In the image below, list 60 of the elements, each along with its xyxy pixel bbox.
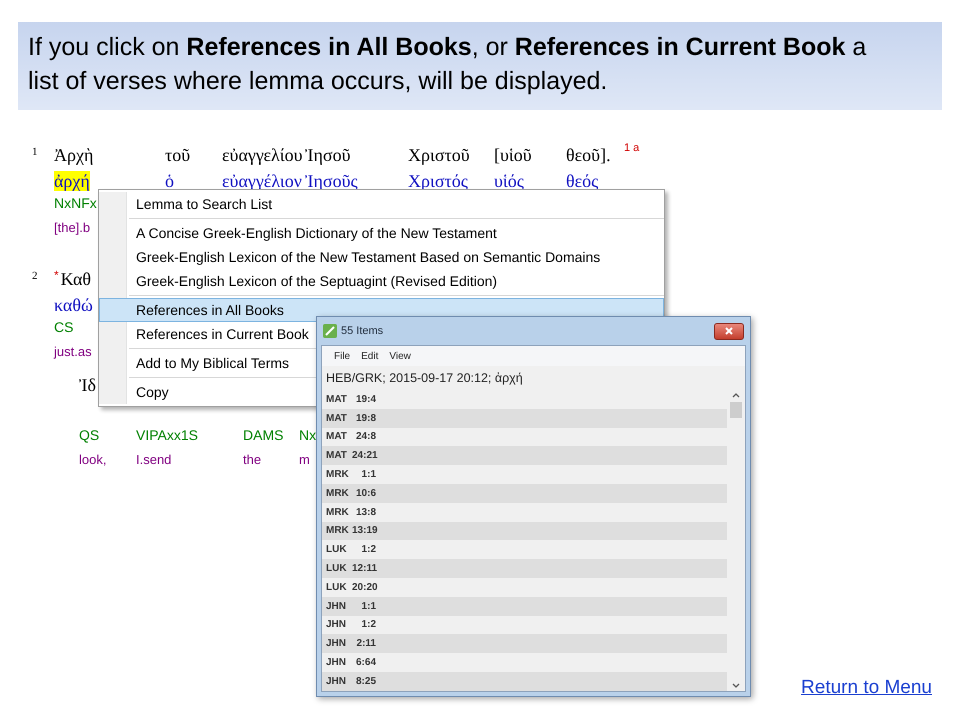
menu-bar-item[interactable]: View: [385, 348, 415, 364]
query-text: HEB/GRK; 2015-09-17 20:12; ἀρχή: [325, 370, 524, 387]
banner-text: If you click on References in All Books, or References in Current Book a list of verses where lemma occurs, will be displayed.: [18, 22, 942, 110]
menu-item[interactable]: Lemma to Search List: [99, 192, 664, 216]
morph-code: VIPAxx1S: [136, 427, 198, 443]
close-button[interactable]: [714, 322, 744, 340]
gloss-word: just.as: [54, 344, 92, 359]
window-title: 55 Items: [341, 324, 384, 339]
gloss-word: the: [243, 452, 262, 467]
return-link[interactable]: Return to Menu: [801, 674, 932, 702]
morph-code: CS: [54, 319, 74, 335]
menu-item[interactable]: A Concise Greek-English Dictionary of the New Testament: [99, 221, 664, 245]
gloss-word: I.send: [136, 452, 172, 467]
reference-item[interactable]: JHN 1:1: [322, 596, 727, 616]
morph-code: NxNFx: [54, 195, 97, 211]
footnote-marker[interactable]: 1 a: [624, 140, 640, 156]
menu-bar-item[interactable]: File: [330, 348, 354, 364]
menu-item[interactable]: Greek-English Lexicon of the New Testament Based on Semantic Domains: [99, 245, 664, 269]
reference-item[interactable]: LUK 12:11: [322, 559, 727, 578]
reference-item[interactable]: JHN 2:11: [322, 634, 727, 654]
morph-code: DAMS: [243, 427, 284, 443]
lemma-word[interactable]: υἱός: [494, 171, 524, 191]
greek-word[interactable]: εὐαγγελίου: [222, 142, 303, 169]
greek-word[interactable]: τοῦ: [165, 142, 190, 169]
greek-word[interactable]: Ἀρχὴ: [54, 142, 94, 169]
gloss-word: m: [299, 452, 310, 467]
reference-item[interactable]: MRK 10:6: [322, 484, 727, 503]
reference-item[interactable]: MAT 24:21: [322, 446, 727, 466]
greek-word[interactable]: Ἰησοῦ: [305, 142, 350, 169]
reference-item[interactable]: MAT 19:8: [322, 408, 727, 428]
up-chevron-icon: [732, 392, 740, 398]
menu-bar-item[interactable]: Edit: [357, 348, 382, 364]
lemma-word[interactable]: εὐαγγέλιον: [222, 171, 302, 191]
morph-code: QS: [79, 427, 100, 443]
greek-word[interactable]: Χριστοῦ: [408, 142, 470, 169]
reference-item[interactable]: MRK 13:19: [322, 522, 727, 540]
lemma-word[interactable]: ἀρχή: [54, 171, 90, 191]
reference-item[interactable]: MAT 24:8: [322, 428, 727, 446]
greek-word[interactable]: Καθ: [60, 266, 92, 293]
down-chevron-icon: [732, 683, 740, 689]
note-marker: *: [54, 267, 59, 284]
greek-word[interactable]: θεοῦ].: [566, 142, 611, 169]
scrollbar-thumb[interactable]: [730, 402, 742, 418]
greek-word[interactable]: [υἱοῦ: [494, 142, 532, 169]
lemma-word[interactable]: καθώ: [54, 295, 93, 315]
close-icon: [725, 327, 733, 335]
lemma-word[interactable]: Ἰησοῦς: [305, 171, 358, 191]
greek-word[interactable]: Ἰδ: [79, 372, 96, 399]
lemma-word[interactable]: Χριστός: [408, 171, 468, 191]
reference-item[interactable]: JHN 1:2: [322, 616, 727, 634]
reference-item[interactable]: JHN 8:25: [322, 672, 727, 691]
verse-number: 2: [32, 269, 38, 284]
menu-item[interactable]: Greek-English Lexicon of the Septuagint (Revised Edition): [99, 269, 664, 293]
app-icon: [323, 324, 337, 338]
gloss-word: look,: [79, 452, 106, 467]
morph-code: Nx: [299, 427, 316, 443]
gloss-word: [the].b: [54, 220, 90, 235]
verse-number: 1: [32, 145, 38, 160]
lemma-word[interactable]: ὁ: [165, 171, 174, 191]
lemma-word[interactable]: θεός: [566, 171, 598, 191]
